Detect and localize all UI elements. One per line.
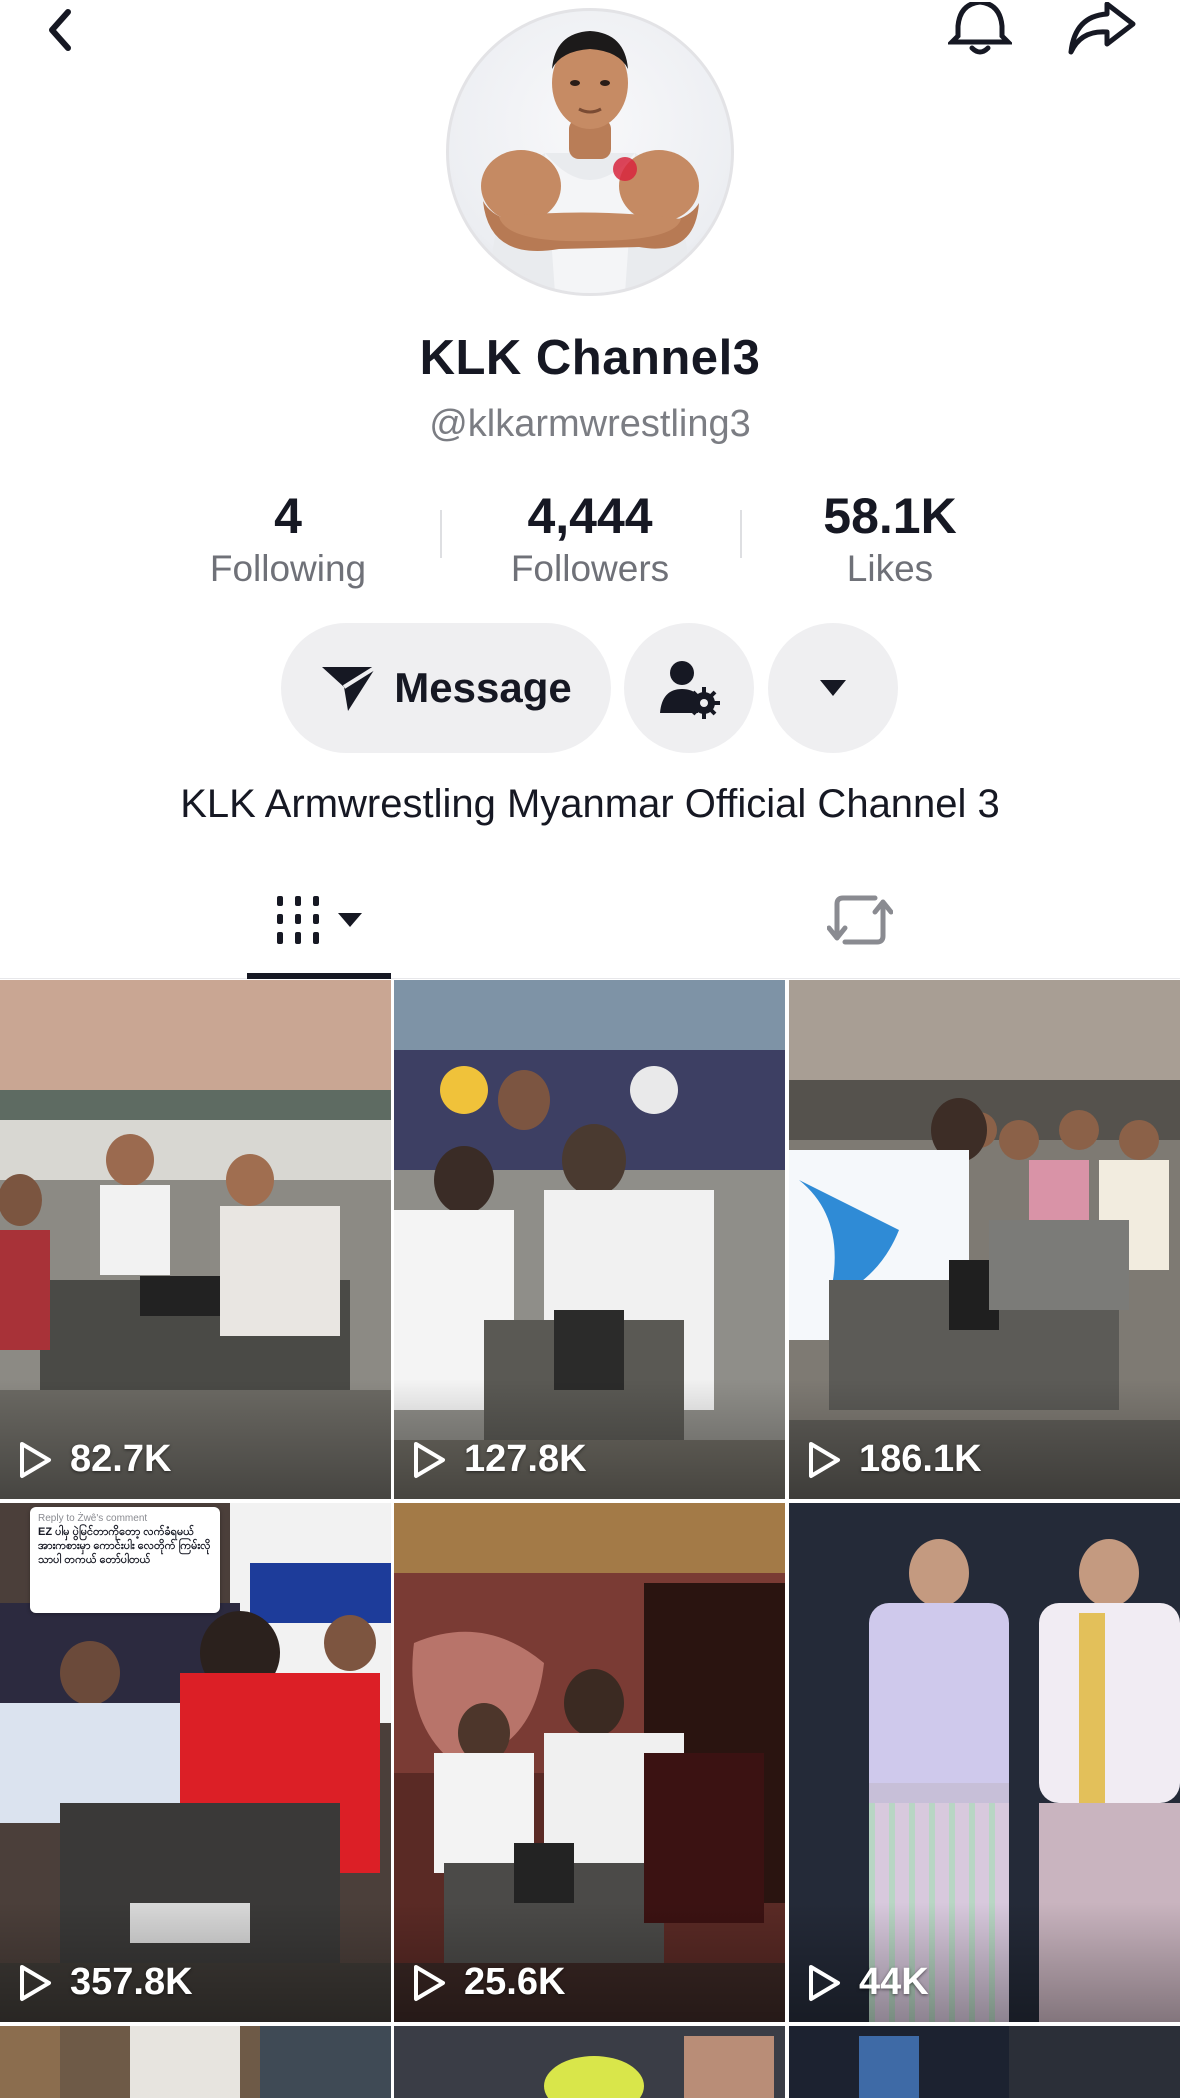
video-thumbnail[interactable] <box>394 2026 785 2098</box>
user-gear-icon <box>660 661 720 719</box>
comment-reply-header: Reply to Żwê's comment <box>38 1513 148 1524</box>
stat-likes[interactable]: 58.1K Likes <box>740 488 1040 592</box>
video-thumbnail[interactable]: 82.7K <box>0 980 391 1499</box>
video-thumbnail[interactable]: 127.8K <box>394 980 785 1499</box>
view-count-text: 357.8K <box>70 1961 193 2003</box>
send-icon <box>322 665 378 711</box>
video-thumbnail[interactable]: 25.6K <box>394 1503 785 2022</box>
stat-following[interactable]: 4 Following <box>138 488 438 592</box>
video-thumbnail[interactable]: Reply to Żwê's comment EZ ပါမှ ပွဲမြင်တာ… <box>0 1503 391 2022</box>
notifications-button[interactable] <box>940 0 1020 60</box>
video-thumbnail[interactable]: 186.1K <box>789 980 1180 1499</box>
video-grid: 82.7K 127.8K 186.1K Reply to Żwê's comme… <box>0 980 1180 2098</box>
view-count-text: 44K <box>859 1961 929 2003</box>
view-count-text: 82.7K <box>70 1438 172 1480</box>
friends-settings-button[interactable] <box>624 623 754 753</box>
view-count-text: 127.8K <box>464 1438 587 1480</box>
tab-videos[interactable] <box>247 860 391 980</box>
play-icon <box>20 1964 51 2001</box>
play-icon <box>414 1964 445 2001</box>
profile-bio: KLK Armwrestling Myanmar Official Channe… <box>180 782 1000 826</box>
more-options-button[interactable] <box>768 623 898 753</box>
view-count: 82.7K <box>18 1438 171 1481</box>
play-icon <box>809 1441 840 1478</box>
chevron-left-icon <box>49 9 71 51</box>
stat-followers-value: 4,444 <box>527 488 653 544</box>
profile-name: KLK Channel3 <box>419 331 761 385</box>
message-label: Message <box>394 664 572 711</box>
profile-handle: @klkarmwrestling3 <box>429 403 751 445</box>
tab-reposts[interactable] <box>800 860 920 980</box>
view-count: 44K <box>807 1961 929 2004</box>
stat-followers-label: Followers <box>510 548 670 589</box>
view-count-text: 186.1K <box>859 1438 982 1480</box>
video-thumbnail-image <box>394 2026 785 2098</box>
avatar-photo <box>481 31 699 293</box>
back-button[interactable] <box>20 0 100 60</box>
view-count: 186.1K <box>807 1438 982 1481</box>
play-icon <box>809 1964 840 2001</box>
caret-down-icon <box>820 680 846 696</box>
tab-bar-divider <box>0 978 1180 979</box>
play-icon <box>20 1441 51 1478</box>
share-button[interactable] <box>1062 0 1142 60</box>
message-button[interactable]: Message <box>281 623 611 753</box>
stat-following-value: 4 <box>274 488 302 544</box>
play-icon <box>414 1441 445 1478</box>
caret-down-icon <box>338 913 362 927</box>
comment-reply-text: EZ ပါမှ ပွဲမြင်တာကိုတော့ လက်ခံရမယ် အားကစ… <box>38 1526 211 1566</box>
grid-bars-icon <box>277 896 319 944</box>
view-count-text: 25.6K <box>464 1961 566 2003</box>
view-count: 357.8K <box>18 1961 193 2004</box>
video-thumbnail[interactable] <box>789 2026 1180 2098</box>
avatar[interactable] <box>446 8 734 296</box>
stat-following-label: Following <box>209 548 367 589</box>
share-arrow-icon <box>1068 2 1136 55</box>
bell-icon <box>948 2 1012 55</box>
video-thumbnail[interactable]: 44K <box>789 1503 1180 2022</box>
stat-followers[interactable]: 4,444 Followers <box>440 488 740 592</box>
stat-likes-label: Likes <box>846 548 934 589</box>
video-thumbnail[interactable] <box>0 2026 391 2098</box>
active-tab-indicator <box>247 973 391 979</box>
repost-icon <box>827 895 893 945</box>
comment-reply-sticker: Reply to Żwê's comment EZ ပါမှ ပွဲမြင်တာ… <box>30 1507 220 1613</box>
stat-likes-value: 58.1K <box>823 488 957 544</box>
view-count: 127.8K <box>412 1438 587 1481</box>
video-thumbnail-image <box>0 2026 391 2098</box>
view-count: 25.6K <box>412 1961 565 2004</box>
video-thumbnail-image <box>789 2026 1180 2098</box>
